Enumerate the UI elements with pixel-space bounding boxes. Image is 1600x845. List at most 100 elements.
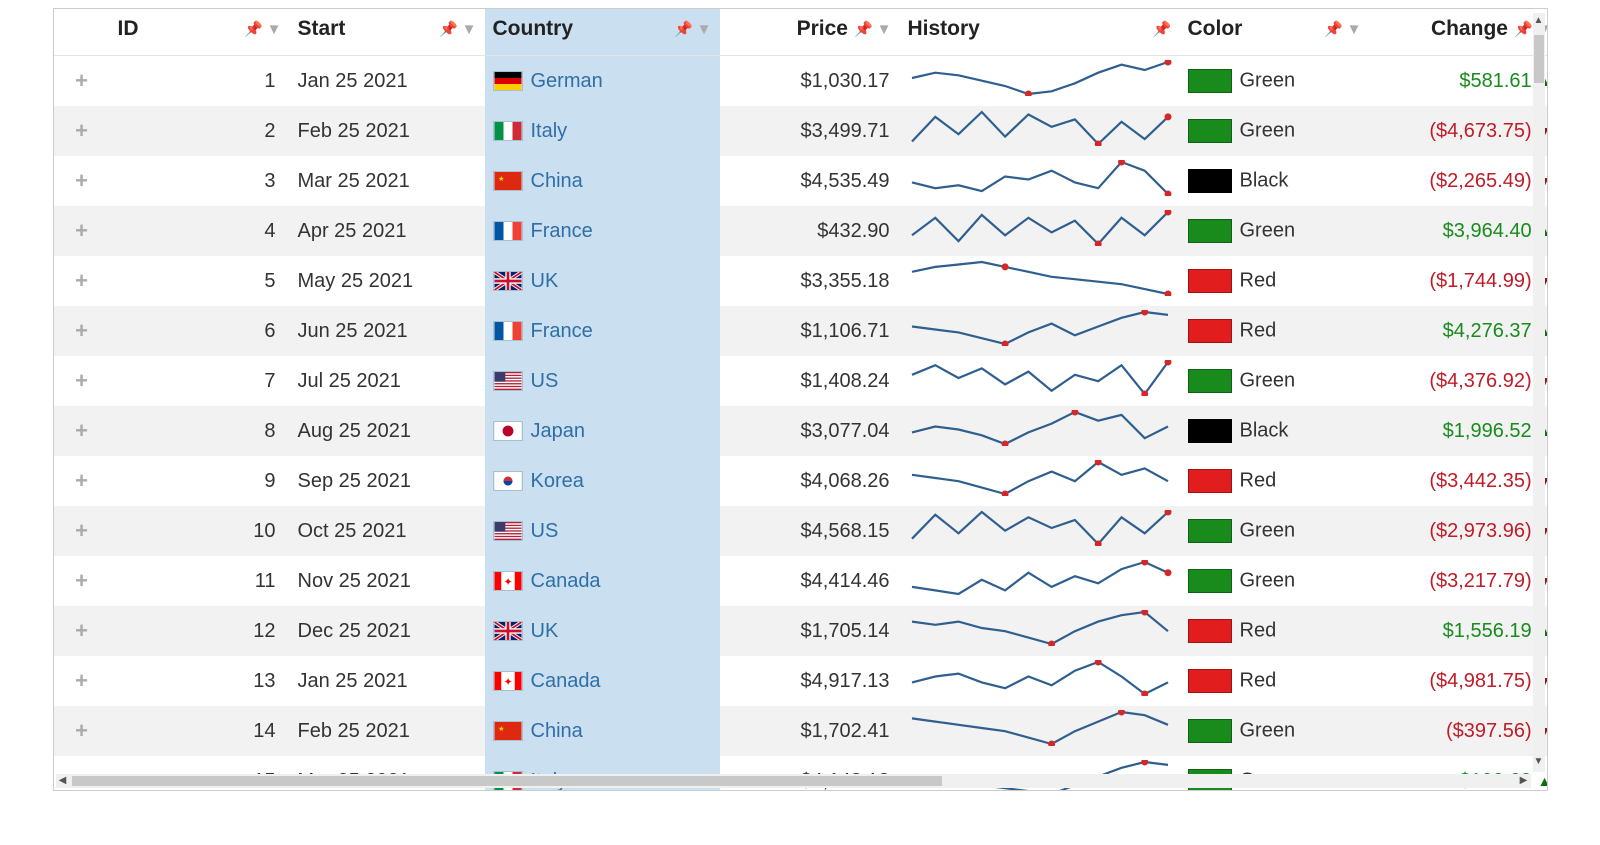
table-row[interactable]: +5May 25 2021UK$3,355.18Red($1,744.99)▼	[54, 256, 1547, 306]
country-link[interactable]: Italy	[531, 120, 568, 142]
cell-country[interactable]: US	[485, 506, 720, 556]
scroll-down-icon[interactable]: ▼	[1533, 756, 1545, 770]
svg-text:★: ★	[498, 724, 504, 733]
country-link[interactable]: China	[531, 720, 583, 742]
cell-start: Sep 25 2021	[290, 456, 485, 506]
table-row[interactable]: +6Jun 25 2021France$1,106.71Red$4,276.37…	[54, 306, 1547, 356]
country-link[interactable]: UK	[531, 270, 559, 292]
column-color[interactable]: Color 📌 ▼	[1180, 9, 1370, 56]
expand-button[interactable]: +	[54, 56, 110, 107]
filter-icon[interactable]: ▼	[267, 21, 282, 38]
flag-icon: ✦	[493, 671, 523, 691]
cell-price: $1,702.41	[720, 706, 900, 756]
expand-button[interactable]: +	[54, 606, 110, 656]
vertical-scrollbar-thumb[interactable]	[1534, 35, 1544, 83]
cell-country[interactable]: ★ China	[485, 706, 720, 756]
cell-country[interactable]: France	[485, 306, 720, 356]
expand-button[interactable]: +	[54, 506, 110, 556]
expand-button[interactable]: +	[54, 406, 110, 456]
column-history[interactable]: History 📌	[900, 9, 1180, 56]
cell-country[interactable]: ✦Canada	[485, 556, 720, 606]
country-link[interactable]: German	[531, 70, 603, 92]
table-row[interactable]: +1Jan 25 2021German$1,030.17Green$581.61…	[54, 56, 1547, 107]
color-swatch	[1188, 219, 1232, 243]
table-row[interactable]: +10Oct 25 2021US$4,568.15Green($2,973.96…	[54, 506, 1547, 556]
expand-button[interactable]: +	[54, 306, 110, 356]
expand-button[interactable]: +	[54, 456, 110, 506]
cell-start: Jan 25 2021	[290, 656, 485, 706]
table-row[interactable]: +14Feb 25 2021★China$1,702.41Green($397.…	[54, 706, 1547, 756]
cell-country[interactable]: Korea	[485, 456, 720, 506]
country-link[interactable]: US	[531, 520, 559, 542]
table-row[interactable]: +12Dec 25 2021UK$1,705.14Red$1,556.19▲	[54, 606, 1547, 656]
country-link[interactable]: Canada	[531, 670, 601, 692]
cell-country[interactable]: ✦ Canada	[485, 656, 720, 706]
pin-icon[interactable]: 📌	[1153, 20, 1172, 38]
column-price[interactable]: Price 📌 ▼	[720, 9, 900, 56]
table-row[interactable]: +3Mar 25 2021★China$4,535.49Black($2,265…	[54, 156, 1547, 206]
filter-icon[interactable]: ▼	[1347, 21, 1362, 38]
expand-button[interactable]: +	[54, 106, 110, 156]
sparkline-chart	[908, 60, 1172, 96]
column-change[interactable]: Change 📌 ▼	[1370, 9, 1547, 56]
cell-color: Green	[1180, 506, 1370, 556]
table-row[interactable]: +7Jul 25 2021US$1,408.24Green($4,376.92)…	[54, 356, 1547, 406]
cell-history	[900, 156, 1180, 206]
expand-button[interactable]: +	[54, 256, 110, 306]
grid-scroll-area[interactable]: ID 📌 ▼ Start 📌 ▼	[54, 9, 1547, 790]
cell-country[interactable]: US	[485, 356, 720, 406]
cell-country[interactable]: UK	[485, 606, 720, 656]
horizontal-scrollbar[interactable]: ◀ ▶	[56, 774, 1531, 788]
pin-icon[interactable]: 📌	[1324, 20, 1343, 38]
country-link[interactable]: China	[531, 170, 583, 192]
cell-country[interactable]: UK	[485, 256, 720, 306]
expand-button[interactable]: +	[54, 206, 110, 256]
expand-button[interactable]: +	[54, 706, 110, 756]
table-row[interactable]: +11Nov 25 2021✦Canada$4,414.46Green($3,2…	[54, 556, 1547, 606]
cell-country[interactable]: ★China	[485, 156, 720, 206]
filter-icon[interactable]: ▼	[462, 21, 477, 38]
sparkline-chart	[908, 460, 1172, 496]
country-link[interactable]: Canada	[531, 570, 601, 592]
column-country-label: Country	[493, 17, 574, 41]
cell-history	[900, 356, 1180, 406]
country-link[interactable]: UK	[531, 620, 559, 642]
expand-button[interactable]: +	[54, 656, 110, 706]
expand-button[interactable]: +	[54, 156, 110, 206]
cell-country[interactable]: France	[485, 206, 720, 256]
table-row[interactable]: +2Feb 25 2021Italy$3,499.71Green($4,673.…	[54, 106, 1547, 156]
table-body: +1Jan 25 2021German$1,030.17Green$581.61…	[54, 56, 1547, 791]
pin-icon[interactable]: 📌	[674, 20, 693, 38]
cell-change: ($3,442.35)▼	[1370, 456, 1547, 506]
table-row[interactable]: +9Sep 25 2021Korea$4,068.26Red($3,442.35…	[54, 456, 1547, 506]
cell-id: 9	[110, 456, 290, 506]
cell-country[interactable]: Japan	[485, 406, 720, 456]
cell-country[interactable]: Italy	[485, 106, 720, 156]
column-start[interactable]: Start 📌 ▼	[290, 9, 485, 56]
expand-button[interactable]: +	[54, 556, 110, 606]
filter-icon[interactable]: ▼	[697, 21, 712, 38]
column-price-label: Price	[797, 17, 848, 41]
horizontal-scrollbar-thumb[interactable]	[72, 776, 942, 786]
table-row[interactable]: +13Jan 25 2021✦Canada$4,917.13Red($4,981…	[54, 656, 1547, 706]
expand-button[interactable]: +	[54, 356, 110, 406]
pin-icon[interactable]: 📌	[854, 20, 873, 38]
vertical-scrollbar[interactable]: ▲ ▼	[1533, 13, 1545, 772]
country-link[interactable]: Japan	[531, 420, 586, 442]
country-link[interactable]: France	[531, 320, 593, 342]
column-id[interactable]: ID 📌 ▼	[110, 9, 290, 56]
pin-icon[interactable]: 📌	[1514, 20, 1533, 38]
country-link[interactable]: US	[531, 370, 559, 392]
table-row[interactable]: +8Aug 25 2021Japan$3,077.04Black$1,996.5…	[54, 406, 1547, 456]
filter-icon[interactable]: ▼	[877, 21, 892, 38]
scroll-up-icon[interactable]: ▲	[1533, 15, 1545, 29]
column-country[interactable]: Country 📌 ▼	[485, 9, 720, 56]
country-link[interactable]: Korea	[531, 470, 584, 492]
table-row[interactable]: +4Apr 25 2021France$432.90Green$3,964.40…	[54, 206, 1547, 256]
pin-icon[interactable]: 📌	[439, 20, 458, 38]
scroll-right-icon[interactable]: ▶	[1517, 774, 1531, 788]
cell-country[interactable]: German	[485, 56, 720, 107]
country-link[interactable]: France	[531, 220, 593, 242]
scroll-left-icon[interactable]: ◀	[56, 774, 70, 788]
pin-icon[interactable]: 📌	[244, 20, 263, 38]
